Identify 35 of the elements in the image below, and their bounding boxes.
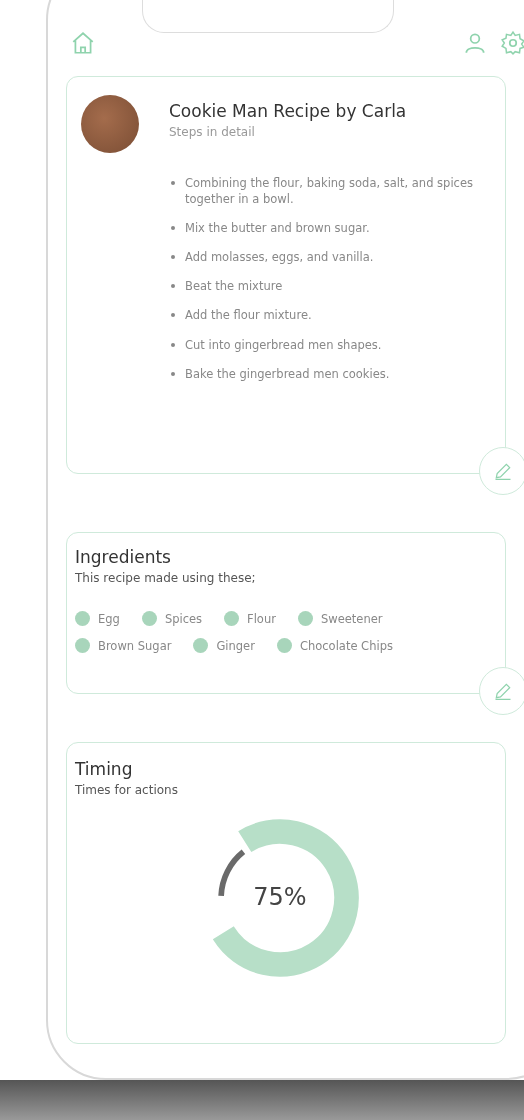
step-text: Cut into gingerbread men shapes. xyxy=(185,336,382,353)
ingredient-name: Chocolate Chips xyxy=(299,638,393,653)
edit-button[interactable] xyxy=(479,447,524,495)
edit-button[interactable] xyxy=(479,667,524,715)
bullet-icon xyxy=(171,181,175,185)
cookie-photo-placeholder xyxy=(81,95,139,153)
ingredient-name: Sweetener xyxy=(320,611,383,626)
pencil-icon xyxy=(493,461,513,481)
recipe-subtitle: Steps in detail xyxy=(169,125,256,139)
timing-title: Timing xyxy=(75,759,134,779)
bullet-icon xyxy=(171,371,175,376)
home-icon[interactable] xyxy=(70,30,96,56)
ingredient-name: Ginger xyxy=(216,638,255,653)
step-text: Mix the butter and brown sugar. xyxy=(185,220,370,237)
settings-icon[interactable] xyxy=(500,30,524,56)
bullet-icon xyxy=(171,226,175,231)
timing-subtitle: Times for actions xyxy=(75,783,179,797)
step-text: Combining the flour, baking soda, salt, and spices together in a bowl. xyxy=(185,175,474,208)
ingredients-subtitle: This recipe made using these; xyxy=(75,571,257,585)
step-text: Bake the gingerbread men cookies. xyxy=(185,365,390,382)
pencil-icon xyxy=(493,681,513,701)
recipe-title: Cookie Man Recipe by Carla xyxy=(169,101,407,121)
ingredient-name: Flour xyxy=(247,611,276,626)
ingredient-name: Egg xyxy=(98,611,120,626)
ingredient-name: Spices xyxy=(164,611,203,626)
ingredients-title: Ingredients xyxy=(75,547,172,567)
step-text: Beat the mixture xyxy=(185,278,283,295)
step-text: Add the flour mixture. xyxy=(185,307,312,324)
bullet-icon xyxy=(171,313,175,318)
bullet-icon xyxy=(171,342,175,347)
progress-value: 75% xyxy=(252,883,308,911)
bullet-icon xyxy=(171,255,175,260)
ingredient-name: Brown Sugar xyxy=(98,638,172,653)
step-text: Add molasses, eggs, and vanilla. xyxy=(185,249,374,266)
bullet-icon xyxy=(171,284,175,289)
